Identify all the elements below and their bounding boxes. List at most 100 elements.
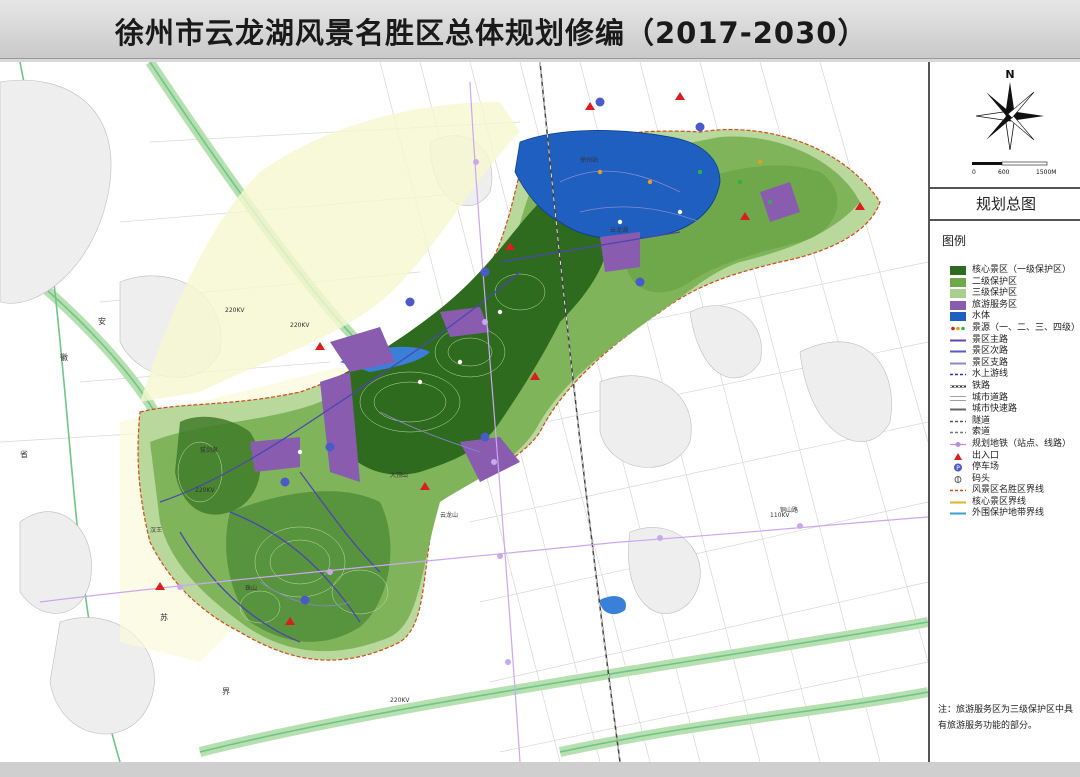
legend-item-label: 出入口 — [972, 450, 1000, 461]
map-place-label: 拔剑泉 — [200, 446, 218, 454]
legend-item: 城市道路 — [948, 393, 1078, 405]
legend-item-label: 外围保护地带界线 — [972, 508, 1045, 519]
legend-item-label: 停车场 — [972, 462, 1000, 473]
legend-swatch-icon — [950, 339, 966, 342]
legend-item-label: 隧道 — [972, 415, 991, 426]
map-province-label: 苏 — [160, 612, 168, 622]
legend-item: 规划地铁（站点、线路） — [948, 439, 1078, 451]
map-place-label: 云龙山 — [440, 511, 458, 519]
legend-swatch-icon — [950, 289, 966, 299]
legend-item-label: 景区次路 — [972, 346, 1009, 357]
legend-item-label: 规划地铁（站点、线路） — [972, 438, 1072, 449]
legend-item-label: 风景区名胜区界线 — [972, 485, 1045, 496]
legend-heading: 图例 — [942, 234, 967, 248]
map-province-label: 省 — [20, 449, 28, 459]
legend-item: 外围保护地带界线 — [948, 508, 1078, 520]
map-province-label: 安 — [98, 316, 106, 326]
legend-list: 核心景区（一级保护区） 二级保护区 三级保护区 旅游服务区 水体 景源（一、二、三、四级）… — [948, 265, 1080, 520]
map-place-label: 220KV — [195, 487, 215, 494]
legend-item-label: 二级保护区 — [972, 276, 1018, 287]
scale-tick-1500: 1500M — [1036, 169, 1056, 176]
map-place-label: 220KV — [390, 697, 410, 704]
legend-item: 景区主路 — [948, 335, 1078, 347]
legend-item: 核心景区（一级保护区） — [948, 265, 1078, 277]
legend-swatch-icon — [950, 490, 966, 492]
legend-swatch-icon — [950, 374, 966, 376]
map-place-label: 云龙湖 — [610, 226, 628, 234]
svg-text:P: P — [956, 465, 960, 472]
panel-title: 规划总图 — [930, 187, 1080, 221]
legend-item-label: 水上游线 — [972, 369, 1009, 380]
map-province-label: 界 — [222, 687, 230, 696]
legend-swatch-icon — [950, 385, 966, 388]
map-place-label: 220KV — [290, 322, 310, 329]
map-province-label: 徽 — [60, 352, 68, 362]
legend-swatch-icon — [950, 266, 966, 275]
legend-item-label: 核心景区界线 — [972, 496, 1027, 507]
legend-swatch-icon — [950, 300, 966, 310]
legend-item: 旅游服务区 — [948, 300, 1078, 312]
legend-item-label: 三级保护区 — [972, 288, 1018, 299]
legend-item-label: 景源（一、二、三、四级） — [972, 322, 1080, 333]
map-place-label: 珠山 — [245, 584, 257, 592]
legend-item-label: 铁路 — [972, 380, 991, 391]
legend-item-label: 城市快速路 — [972, 404, 1018, 415]
scale-tick-600: 600 — [998, 169, 1010, 176]
legend-item-label: 索道 — [972, 427, 991, 438]
compass-rose-icon: N 0 600 1500M — [972, 68, 1056, 176]
legend-item: 三级保护区 — [948, 288, 1078, 300]
legend-item: 隧道 — [948, 416, 1078, 428]
legend-item-label: 景区主路 — [972, 334, 1009, 345]
map-place-label: 大顶山 — [390, 471, 408, 479]
legend-swatch-icon: P — [954, 463, 962, 472]
legend-swatch-icon — [950, 277, 966, 287]
legend-item-label: 核心景区（一级保护区） — [972, 265, 1072, 275]
legend-swatch-icon — [950, 420, 966, 422]
title-bar: 徐州市云龙湖风景名胜区总体规划修编（2017-2030） — [0, 0, 1080, 59]
legend-swatch-icon — [950, 350, 966, 353]
legend-item: 出入口 — [948, 451, 1078, 463]
legend-item: 二级保护区 — [948, 277, 1078, 289]
map-note: 注：旅游服务区为三级保护区中具有旅游服务功能的部分。 — [938, 705, 1074, 731]
map-area[interactable]: 珠山 云龙山 大顶山 汉王 拔剑泉 220KV 220KV 220KV 220KV 徐州站 云龙湖铜… — [0, 62, 1080, 762]
north-label: N — [1005, 68, 1014, 81]
legend-item-label: 水体 — [972, 311, 991, 322]
legend-swatch-icon — [950, 408, 966, 411]
map-place-label: 110KV — [770, 512, 790, 519]
bottom-strip — [0, 762, 1080, 777]
legend-item: 核心景区界线 — [948, 497, 1078, 509]
legend-item: 索道 — [948, 427, 1078, 439]
legend-item-label: 城市道路 — [972, 392, 1009, 403]
legend-panel: N 0 600 1500M 规划总图 图例 核心景区（一级保护区） 二级保护区 三级… — [928, 62, 1080, 762]
legend-swatch-icon — [950, 395, 966, 401]
legend-item-label: 旅游服务区 — [972, 299, 1018, 310]
legend-swatch-icon — [950, 312, 966, 322]
legend-item: 景源（一、二、三、四级） — [948, 322, 1080, 335]
legend-item-label: 码头 — [972, 473, 991, 484]
map-place-label: 汉王 — [150, 526, 162, 534]
legend-swatch-icon — [954, 452, 962, 460]
legend-swatch-icon — [950, 512, 966, 515]
map-canvas[interactable]: 珠山云龙山大顶山汉王拔剑泉220KV220KV220KV220KV徐州站云龙湖铜… — [0, 62, 928, 762]
legend-item-label: 景区支路 — [972, 357, 1009, 368]
legend-item: 风景区名胜区界线 — [948, 485, 1078, 497]
legend-item: 码头 — [948, 474, 1078, 486]
map-title: 徐州市云龙湖风景名胜区总体规划修编（2017-2030） — [115, 16, 868, 50]
legend-swatch-icon — [950, 501, 966, 504]
map-place-label: 220KV — [225, 307, 245, 314]
legend-item: 铁路 — [948, 381, 1078, 393]
legend-swatch-icon — [950, 441, 966, 447]
legend-item: 水体 — [948, 311, 1078, 323]
core-scenic-zone-west — [175, 416, 261, 515]
legend-swatch-icon — [950, 362, 966, 365]
legend-item: 景区次路 — [948, 346, 1078, 358]
scale-tick-0: 0 — [972, 169, 976, 176]
legend-swatch-icon — [950, 432, 966, 434]
map-place-label: 徐州站 — [580, 156, 598, 164]
legend-item: 水上游线 — [948, 369, 1078, 381]
legend-swatch-icon — [954, 475, 962, 483]
legend-item: 城市快速路 — [948, 404, 1078, 416]
legend-item: 景区支路 — [948, 358, 1078, 370]
legend-swatch-icon — [951, 326, 965, 331]
legend-item: P 停车场 — [948, 462, 1078, 474]
